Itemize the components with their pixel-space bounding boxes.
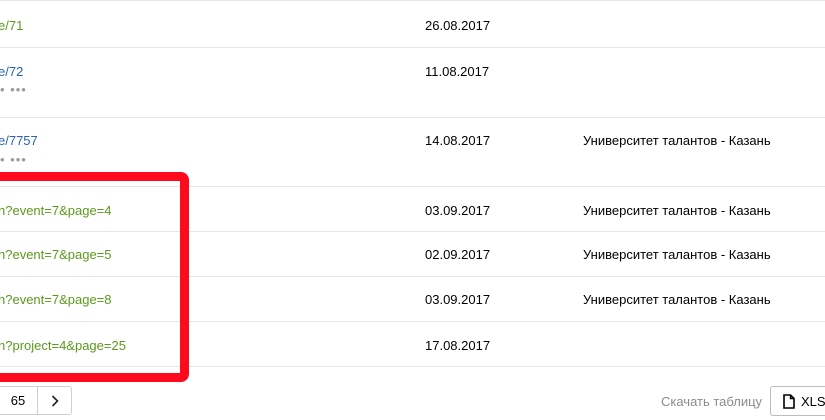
row-source: Университет талантов - Казань (583, 247, 771, 262)
row-url-link[interactable]: e/72 (0, 64, 23, 79)
download-xls-button[interactable]: XLS (770, 386, 825, 416)
row-source: Университет талантов - Казань (583, 203, 771, 218)
row-source: Университет талантов - Казань (583, 292, 771, 307)
row-date: 17.08.2017 (425, 338, 491, 353)
table-row: h?project=4&page=25 17.08.2017 (0, 322, 825, 367)
row-date: 11.08.2017 (425, 64, 490, 79)
row-date: 14.08.2017 (425, 133, 491, 148)
row-date: 02.09.2017 (425, 247, 491, 262)
row-url-link[interactable]: h?event=7&page=4 (0, 203, 112, 218)
table-row: e/71 26.08.2017 (0, 0, 825, 48)
row-url-link[interactable]: h?project=4&page=25 (0, 338, 126, 353)
table-row: h?event=7&page=4 03.09.2017 Университет … (0, 187, 825, 232)
table-row: h?event=7&page=5 02.09.2017 Университет … (0, 232, 825, 277)
page-button-last[interactable]: 65 (0, 386, 38, 415)
pagination: 65 (0, 386, 72, 415)
row-source: Университет талантов - Казань (583, 133, 771, 148)
row-date: 03.09.2017 (425, 203, 491, 218)
row-url-link[interactable]: h?event=7&page=5 (0, 247, 112, 262)
row-url-link[interactable]: h?event=7&page=8 (0, 292, 112, 307)
table-row: h?event=7&page=8 03.09.2017 Университет … (0, 277, 825, 322)
row-url-link[interactable]: e/7757 (0, 133, 38, 148)
more-dots-icon[interactable]: • ••• (0, 152, 27, 167)
download-table-label: Скачать таблицу (661, 394, 763, 409)
chevron-right-icon (51, 394, 59, 407)
table-row: e/72 • ••• 11.08.2017 (0, 48, 825, 118)
row-date: 26.08.2017 (425, 18, 491, 33)
document-icon (783, 393, 795, 409)
xls-label: XLS (801, 393, 825, 409)
table-row: e/7757 • ••• 14.08.2017 Университет тала… (0, 118, 825, 187)
next-page-button[interactable] (38, 386, 72, 415)
row-url-link[interactable]: e/71 (0, 18, 23, 33)
more-dots-icon[interactable]: • ••• (0, 82, 27, 97)
row-date: 03.09.2017 (425, 292, 491, 307)
